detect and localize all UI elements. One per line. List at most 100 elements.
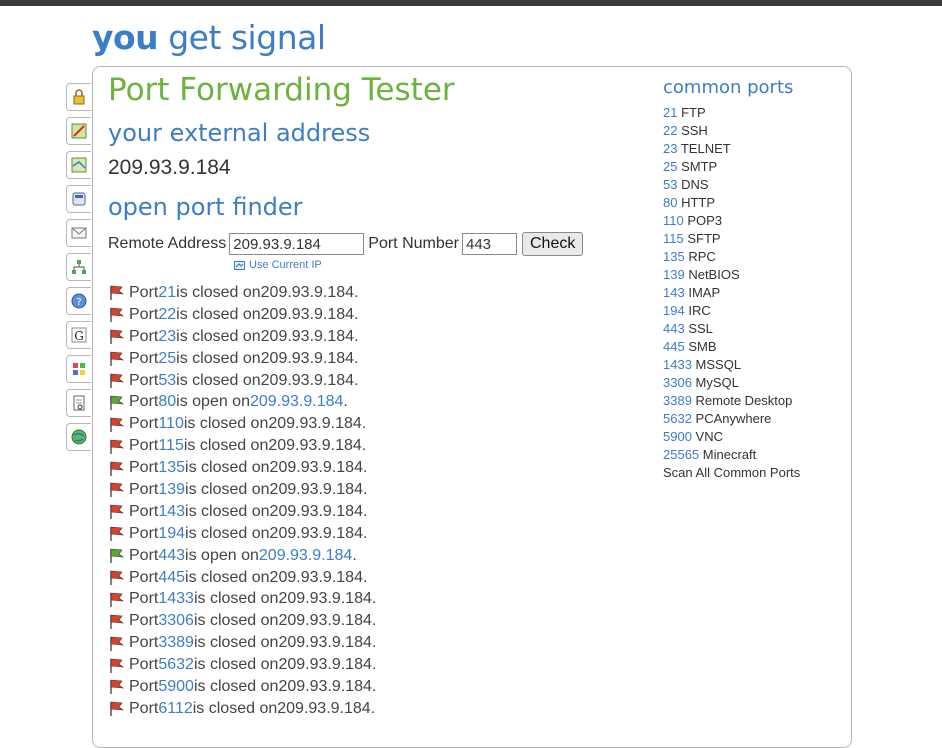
common-port-item[interactable]: 115 SFTP (663, 230, 843, 248)
common-port-number[interactable]: 115 (663, 231, 684, 246)
common-port-name: MySQL (695, 375, 739, 390)
common-port-item[interactable]: 135 RPC (663, 248, 843, 266)
port-number-link[interactable]: 80 (158, 393, 176, 411)
remote-address-label: Remote Address (108, 235, 227, 252)
status-text: is closed on (185, 524, 270, 542)
sidebar-tab-windows[interactable] (66, 355, 91, 383)
svg-text:?: ? (76, 297, 81, 308)
common-port-number[interactable]: 21 (663, 105, 677, 120)
result-period: . (362, 524, 368, 542)
result-ip: 209.93.9.184 (268, 437, 362, 455)
common-port-item[interactable]: 21 FTP (663, 104, 843, 122)
port-number-link[interactable]: 3306 (158, 612, 194, 630)
sidebar-tab-lock[interactable] (66, 83, 91, 111)
port-number-link[interactable]: 194 (158, 525, 185, 543)
common-port-number[interactable]: 443 (663, 321, 685, 336)
sidebar-tab-map[interactable] (66, 151, 91, 179)
common-port-item[interactable]: 139 NetBIOS (663, 266, 843, 284)
status-text: is closed on (193, 590, 279, 608)
common-port-item[interactable]: 5900 VNC (663, 428, 843, 446)
port-word: Port (129, 568, 159, 586)
common-port-number[interactable]: 194 (663, 303, 685, 318)
port-number-link[interactable]: 3389 (158, 634, 194, 652)
common-port-item[interactable]: 1433 MSSQL (663, 356, 843, 374)
common-port-number[interactable]: 25 (663, 159, 677, 174)
port-number-link[interactable]: 135 (158, 459, 185, 477)
sidebar-tab-map-edit[interactable] (66, 117, 91, 145)
common-port-item[interactable]: 80 HTTP (663, 194, 843, 212)
port-number-link[interactable]: 21 (158, 284, 176, 302)
common-port-item[interactable]: 194 IRC (663, 302, 843, 320)
status-text: is closed on (176, 305, 261, 323)
result-ip[interactable]: 209.93.9.184 (259, 547, 352, 565)
common-port-item[interactable]: 143 IMAP (663, 284, 843, 302)
port-number-link[interactable]: 5632 (158, 656, 194, 674)
port-number-link[interactable]: 110 (158, 415, 184, 433)
common-port-number[interactable]: 1433 (663, 357, 692, 372)
port-number-link[interactable]: 1433 (158, 590, 194, 608)
common-port-number[interactable]: 22 (663, 123, 677, 138)
common-port-number[interactable]: 53 (663, 177, 677, 192)
common-port-item[interactable]: 22 SSH (663, 122, 843, 140)
port-word: Port (129, 393, 159, 411)
closed-flag-icon (110, 307, 125, 323)
common-port-number[interactable]: 3306 (663, 375, 692, 390)
logo-nal: nal (276, 18, 326, 57)
sidebar-tab-globe[interactable] (66, 423, 91, 451)
sidebar-tab-mail[interactable] (66, 219, 91, 247)
common-port-number[interactable]: 139 (663, 267, 685, 282)
common-port-number[interactable]: 80 (663, 195, 677, 210)
common-port-number[interactable]: 445 (663, 339, 685, 354)
port-number-link[interactable]: 22 (158, 306, 176, 324)
network-icon (72, 260, 86, 274)
common-port-number[interactable]: 23 (663, 141, 677, 156)
common-port-number[interactable]: 135 (663, 249, 685, 264)
common-port-number[interactable]: 25565 (663, 447, 699, 462)
port-number-link[interactable]: 445 (158, 569, 185, 587)
sidebar-tab-network[interactable] (66, 253, 91, 281)
svg-text:G: G (74, 329, 84, 343)
port-number-link[interactable]: 139 (158, 481, 185, 499)
common-port-item[interactable]: 443 SSL (663, 320, 843, 338)
common-port-number[interactable]: 5632 (663, 411, 692, 426)
common-port-item[interactable]: 5632 PCAnywhere (663, 410, 843, 428)
sidebar-tab-google[interactable]: G (66, 321, 91, 349)
common-port-item[interactable]: 53 DNS (663, 176, 843, 194)
sidebar-tab-phone[interactable] (66, 185, 91, 213)
common-port-item[interactable]: 110 POP3 (663, 212, 843, 230)
use-current-ip-label: Use Current IP (249, 259, 322, 271)
common-port-number[interactable]: 110 (663, 213, 684, 228)
common-port-item[interactable]: 25 SMTP (663, 158, 843, 176)
port-number-link[interactable]: 115 (158, 437, 184, 455)
common-port-item[interactable]: 3389 Remote Desktop (663, 392, 843, 410)
common-port-number[interactable]: 5900 (663, 429, 692, 444)
remote-address-input[interactable] (229, 233, 365, 255)
port-number-link[interactable]: 23 (158, 328, 176, 346)
result-period: . (354, 327, 359, 345)
port-number-link[interactable]: 443 (158, 547, 185, 565)
common-port-number[interactable]: 143 (663, 285, 685, 300)
result-row: Port 3306 is closed on 209.93.9.184. (108, 610, 376, 632)
port-number-input[interactable] (461, 233, 517, 255)
check-button[interactable]: Check (521, 232, 584, 256)
port-word: Port (129, 480, 159, 498)
result-ip: 209.93.9.184 (269, 502, 363, 520)
port-number-link[interactable]: 6112 (158, 700, 192, 718)
common-port-number[interactable]: 3389 (663, 393, 692, 408)
common-port-item[interactable]: 445 SMB (663, 338, 843, 356)
status-text: is open on (185, 546, 259, 564)
common-port-item[interactable]: 23 TELNET (663, 140, 843, 158)
port-number-link[interactable]: 25 (158, 350, 176, 368)
common-port-item[interactable]: 25565 Minecraft (663, 446, 843, 464)
common-port-item[interactable]: 3306 MySQL (663, 374, 843, 392)
sidebar-tab-document-link[interactable] (66, 389, 91, 417)
scan-all-common-ports-link[interactable]: Scan All Common Ports (663, 464, 843, 482)
sidebar-tab-help[interactable]: ? (66, 287, 91, 315)
port-number-link[interactable]: 5900 (158, 678, 194, 696)
result-ip[interactable]: 209.93.9.184 (250, 393, 343, 411)
help-icon: ? (71, 293, 87, 309)
site-logo[interactable]: you get signal (92, 18, 326, 57)
use-current-ip-link[interactable]: Use Current IP (234, 259, 322, 271)
port-number-link[interactable]: 53 (158, 372, 176, 390)
port-number-link[interactable]: 143 (158, 503, 185, 521)
